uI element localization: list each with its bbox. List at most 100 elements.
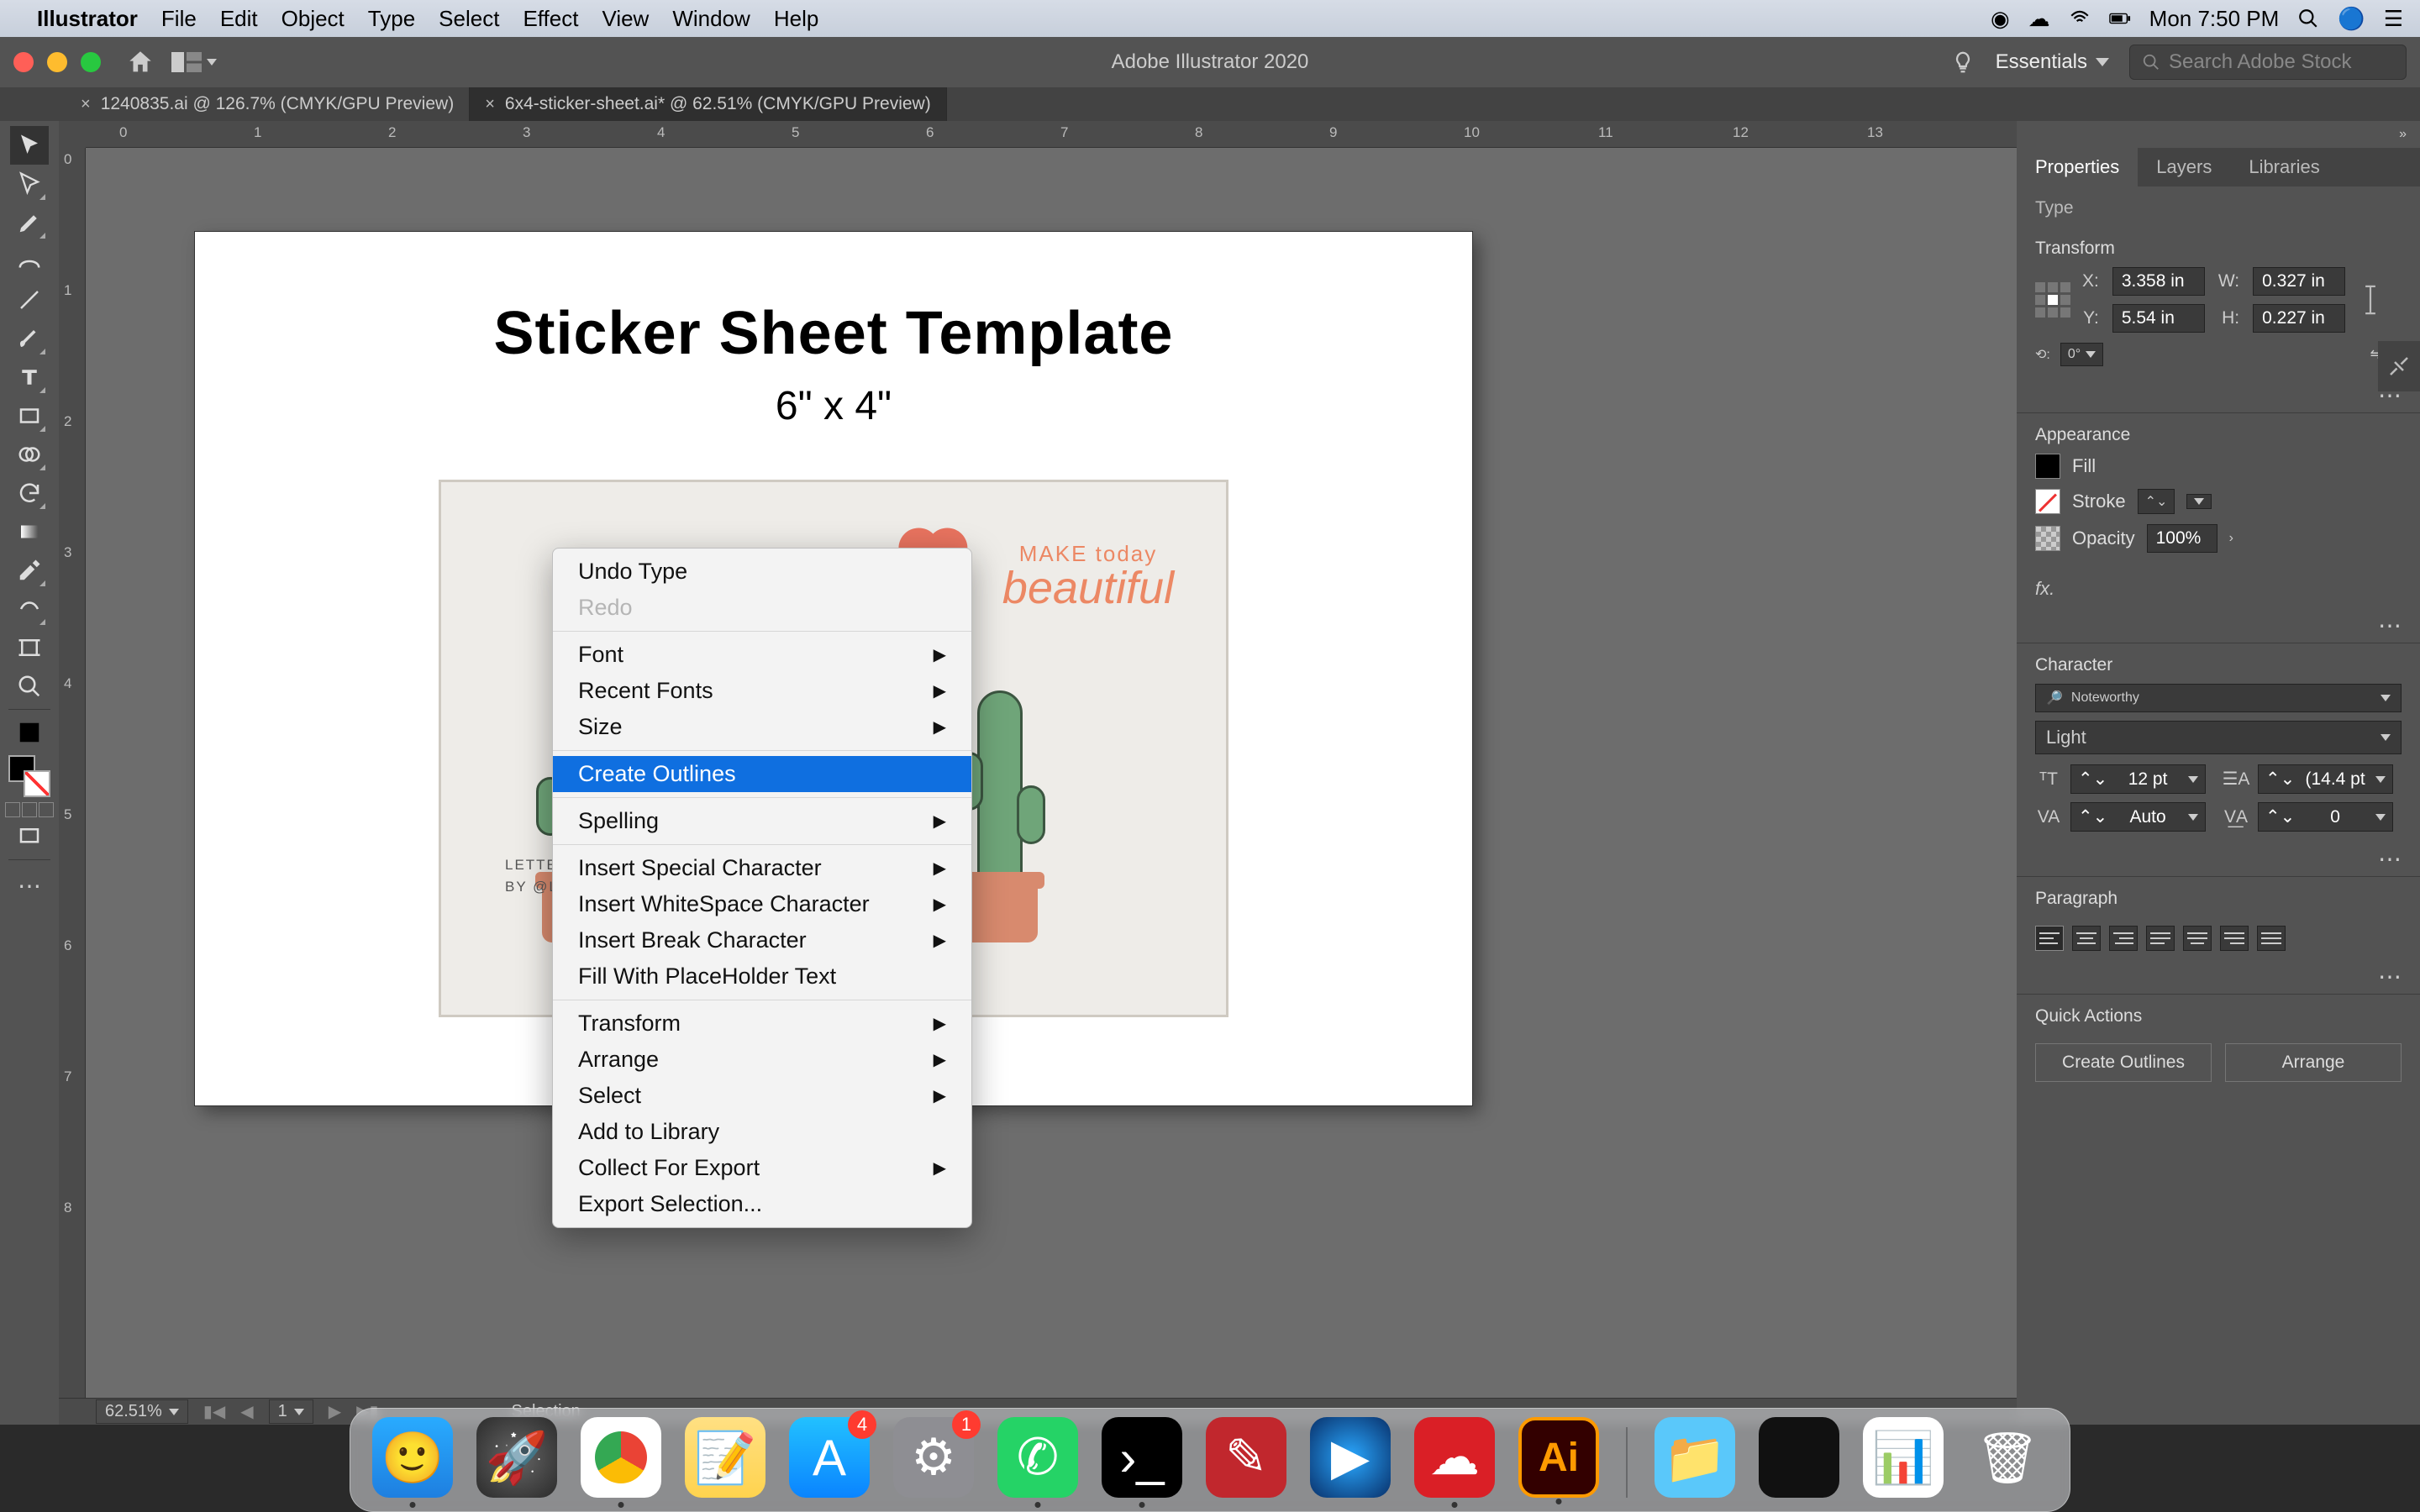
- doc-tab-2[interactable]: × 6x4-sticker-sheet.ai* @ 62.51% (CMYK/G…: [470, 87, 947, 121]
- zoom-tool[interactable]: [10, 667, 49, 706]
- pen-tool[interactable]: [10, 203, 49, 242]
- h-input[interactable]: 0.227 in: [2253, 304, 2345, 333]
- transform-more-icon[interactable]: ⋯: [2017, 378, 2420, 412]
- appearance-more-icon[interactable]: ⋯: [2017, 608, 2420, 643]
- align-left[interactable]: [2035, 926, 2064, 951]
- font-style-input[interactable]: Light: [2035, 721, 2402, 754]
- control-center-icon[interactable]: ☰: [2384, 6, 2403, 32]
- cm-fill-placeholder[interactable]: Fill With PlaceHolder Text: [553, 958, 971, 995]
- dock-whatsapp[interactable]: ✆: [997, 1417, 1078, 1498]
- leading-input[interactable]: ⌃⌄(14.4 pt: [2258, 764, 2393, 794]
- fill-stroke-swatch[interactable]: [8, 755, 50, 797]
- menu-view[interactable]: View: [602, 6, 649, 32]
- dock-recent-1[interactable]: [1759, 1417, 1839, 1498]
- w-input[interactable]: 0.327 in: [2253, 267, 2345, 296]
- dock-finder[interactable]: 🙂: [372, 1417, 453, 1498]
- justify-all[interactable]: [2257, 926, 2286, 951]
- cm-transform[interactable]: Transform▶: [553, 1005, 971, 1042]
- workspace-switcher[interactable]: Essentials: [1996, 50, 2109, 74]
- character-more-icon[interactable]: ⋯: [2017, 842, 2420, 876]
- free-transform-tool[interactable]: [10, 590, 49, 628]
- cm-font[interactable]: Font▶: [553, 637, 971, 673]
- zoom-window[interactable]: [81, 52, 101, 72]
- search-stock[interactable]: Search Adobe Stock: [2129, 45, 2407, 80]
- zoom-level[interactable]: 62.51%: [96, 1399, 188, 1424]
- menu-type[interactable]: Type: [368, 6, 415, 32]
- dock-terminal[interactable]: ›_: [1102, 1417, 1182, 1498]
- cm-recent-fonts[interactable]: Recent Fonts▶: [553, 673, 971, 709]
- type-tool[interactable]: [10, 358, 49, 396]
- cm-insert-special[interactable]: Insert Special Character▶: [553, 850, 971, 886]
- draw-modes[interactable]: [5, 802, 54, 817]
- dock-launchpad[interactable]: 🚀: [476, 1417, 557, 1498]
- edit-toolbar[interactable]: ⋯: [18, 872, 41, 900]
- screen-mode[interactable]: [10, 817, 49, 856]
- arrange-documents-icon[interactable]: [171, 51, 202, 73]
- fx-icon[interactable]: fx.: [2017, 575, 2420, 608]
- first-artboard[interactable]: ▮◀: [203, 1401, 225, 1422]
- close-tab-icon[interactable]: ×: [485, 95, 495, 114]
- menu-object[interactable]: Object: [281, 6, 345, 32]
- paragraph-more-icon[interactable]: ⋯: [2017, 959, 2420, 994]
- collapse-panels-icon[interactable]: »: [2399, 127, 2407, 142]
- next-artboard[interactable]: ▶: [329, 1401, 341, 1422]
- cc-status-icon[interactable]: ◉: [1991, 6, 2010, 32]
- cm-select[interactable]: Select▶: [553, 1078, 971, 1114]
- justify-left[interactable]: [2146, 926, 2175, 951]
- cm-arrange[interactable]: Arrange▶: [553, 1042, 971, 1078]
- dock-illustrator[interactable]: Ai: [1518, 1417, 1599, 1498]
- dock-preferences[interactable]: ⚙1: [893, 1417, 974, 1498]
- cm-size[interactable]: Size▶: [553, 709, 971, 745]
- opacity-arrow-icon[interactable]: ›: [2229, 531, 2233, 546]
- menu-edit[interactable]: Edit: [220, 6, 258, 32]
- spotlight-icon[interactable]: [2297, 8, 2319, 29]
- angle-input[interactable]: 0°: [2060, 343, 2103, 366]
- opacity-input[interactable]: 100%: [2147, 524, 2217, 553]
- stroke-swatch[interactable]: [2035, 489, 2060, 514]
- menu-effect[interactable]: Effect: [523, 6, 578, 32]
- cm-create-outlines[interactable]: Create Outlines: [553, 756, 971, 792]
- cm-collect-export[interactable]: Collect For Export▶: [553, 1150, 971, 1186]
- menu-select[interactable]: Select: [439, 6, 499, 32]
- justify-center[interactable]: [2183, 926, 2212, 951]
- y-input[interactable]: 5.54 in: [2112, 304, 2205, 333]
- cm-insert-whitespace[interactable]: Insert WhiteSpace Character▶: [553, 886, 971, 922]
- close-tab-icon[interactable]: ×: [81, 95, 91, 114]
- cm-undo[interactable]: Undo Type: [553, 554, 971, 590]
- menubar-app[interactable]: Illustrator: [37, 6, 138, 32]
- cloud-icon[interactable]: ☁: [2028, 6, 2050, 32]
- home-icon[interactable]: [126, 48, 155, 76]
- dock-chrome[interactable]: [581, 1417, 661, 1498]
- tracking-input[interactable]: ⌃⌄0: [2258, 802, 2393, 832]
- close-window[interactable]: [13, 52, 34, 72]
- align-center[interactable]: [2072, 926, 2101, 951]
- viewport[interactable]: Sticker Sheet Template 6" x 4" MAKE toda…: [86, 148, 2017, 1398]
- rectangle-tool[interactable]: [10, 396, 49, 435]
- artboard-number[interactable]: 1: [269, 1399, 313, 1424]
- align-right[interactable]: [2109, 926, 2138, 951]
- font-family-input[interactable]: 🔎 Noteworthy: [2035, 684, 2402, 712]
- stroke-weight[interactable]: ⌃⌄: [2138, 489, 2175, 514]
- x-input[interactable]: 3.358 in: [2112, 267, 2205, 296]
- ruler-vertical[interactable]: 0 1 2 3 4 5 6 7 8: [59, 148, 86, 1398]
- ruler-horizontal[interactable]: 0 1 2 3 4 5 6 7 8 9 10 11 12 13: [86, 121, 2017, 148]
- eyedropper-tool[interactable]: [10, 551, 49, 590]
- dock-acrobat[interactable]: ✎: [1206, 1417, 1286, 1498]
- kerning-input[interactable]: ⌃⌄Auto: [2070, 802, 2206, 832]
- constrain-lock-icon[interactable]: [2357, 281, 2384, 318]
- qa-arrange[interactable]: Arrange: [2225, 1043, 2402, 1082]
- paintbrush-tool[interactable]: [10, 319, 49, 358]
- dock-recent-2[interactable]: 📊: [1863, 1417, 1944, 1498]
- wifi-icon[interactable]: [2069, 8, 2091, 29]
- menubar-clock[interactable]: Mon 7:50 PM: [2149, 6, 2280, 32]
- menu-window[interactable]: Window: [672, 6, 750, 32]
- justify-right[interactable]: [2220, 926, 2249, 951]
- dock-quicktime[interactable]: ▶: [1310, 1417, 1391, 1498]
- cm-spelling[interactable]: Spelling▶: [553, 803, 971, 839]
- rotate-tool[interactable]: [10, 474, 49, 512]
- dock-downloads[interactable]: 📁: [1655, 1417, 1735, 1498]
- selection-tool[interactable]: [10, 126, 49, 165]
- artboard-tool[interactable]: [10, 628, 49, 667]
- qa-create-outlines[interactable]: Create Outlines: [2035, 1043, 2212, 1082]
- gradient-tool[interactable]: [10, 512, 49, 551]
